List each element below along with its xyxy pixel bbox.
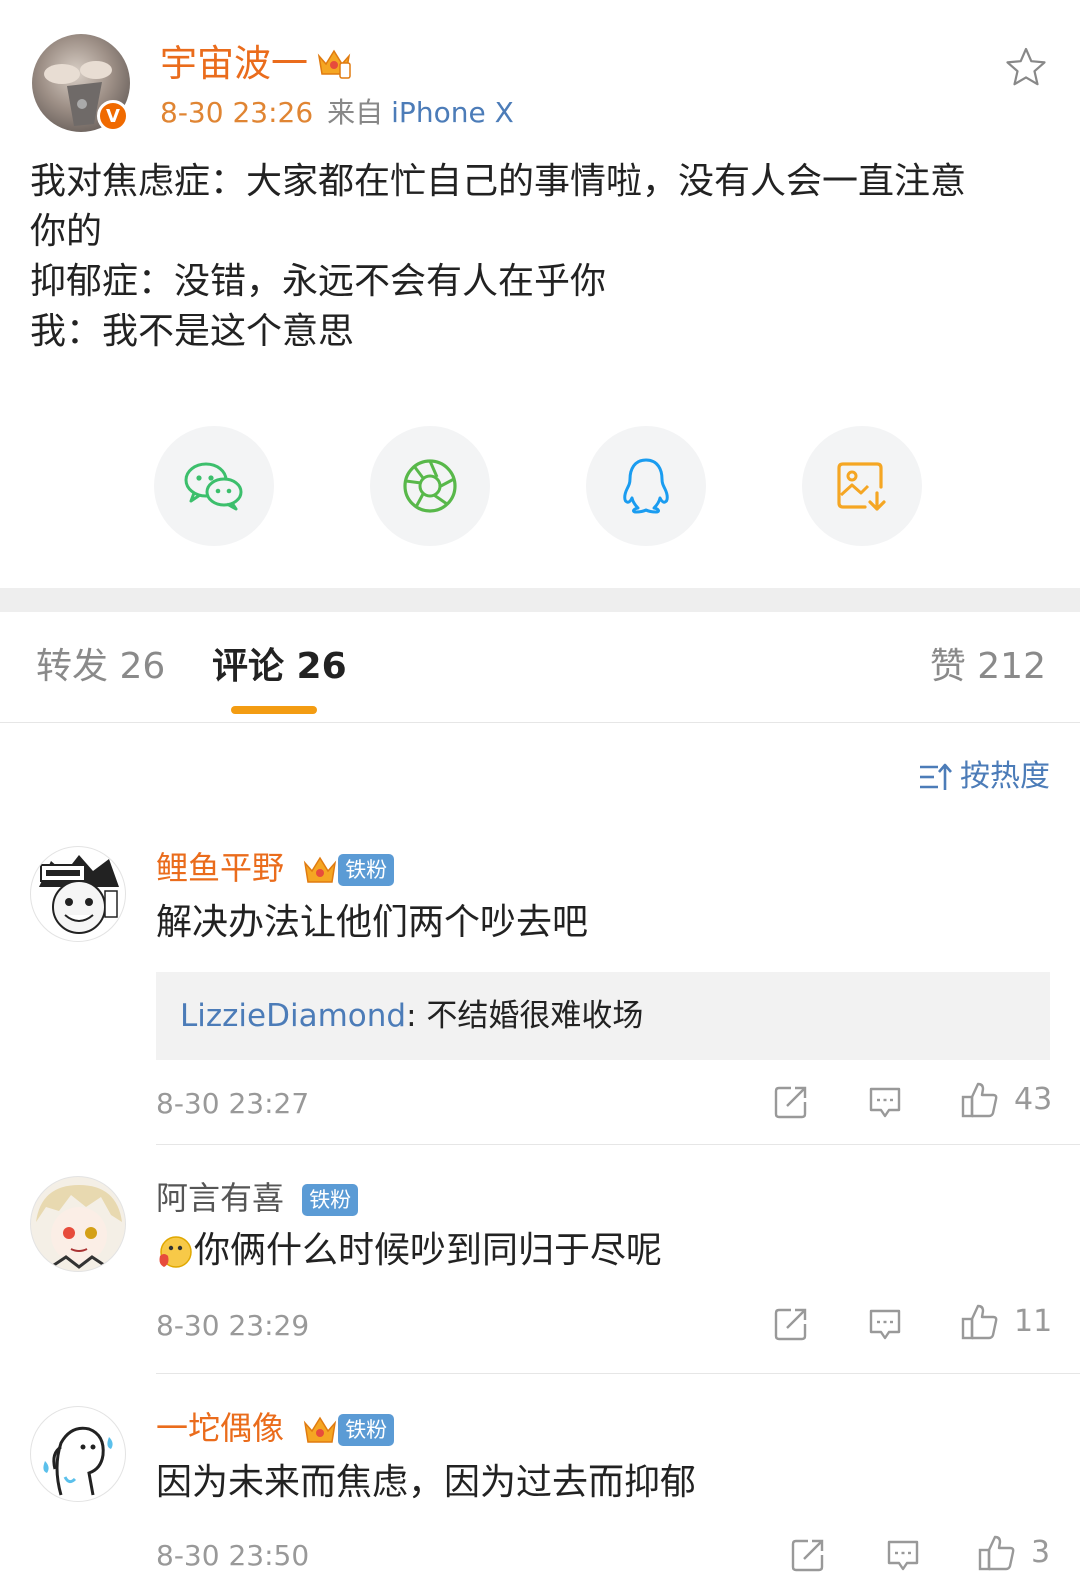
reply-comment-icon[interactable] xyxy=(885,1538,921,1572)
post-time: 8-30 23:26 xyxy=(160,96,314,129)
tab-likes[interactable]: 赞 212 xyxy=(930,645,1046,689)
repost-comment-icon[interactable] xyxy=(773,1306,809,1342)
commenter-name-row: 一坨偶像 铁粉 xyxy=(156,1408,395,1448)
author-name[interactable]: 宇宙波一 xyxy=(160,42,308,86)
tab-reposts[interactable]: 转发 26 xyxy=(36,645,165,689)
reply-comment-icon[interactable] xyxy=(867,1085,903,1119)
reply-user[interactable]: LizzieDiamond xyxy=(180,998,406,1034)
comment-time: 8-30 23:27 xyxy=(156,1087,310,1120)
reply-text: 不结婚很难收场 xyxy=(426,998,644,1034)
comment-text: 你俩什么时候吵到同归于尽呢 xyxy=(194,1230,663,1271)
qq-icon xyxy=(623,458,669,514)
sort-by-hot-button[interactable]: 按热度 xyxy=(918,758,1050,796)
comment-separator xyxy=(156,1144,1080,1145)
verified-badge: V xyxy=(97,100,129,132)
comment-separator xyxy=(156,1373,1080,1374)
active-tab-indicator xyxy=(231,706,317,714)
post-content: 我对焦虑症：大家都在忙自己的事情啦，没有人会一直注意 你的 抑郁症：没错，永远不… xyxy=(30,157,1050,357)
share-moments-button[interactable] xyxy=(370,426,490,546)
iron-fan-badge: 铁粉 xyxy=(338,854,395,886)
reply-comment-icon[interactable] xyxy=(867,1307,903,1341)
section-divider xyxy=(0,588,1080,612)
sort-icon xyxy=(920,763,952,790)
commenter-name[interactable]: 一坨偶像 xyxy=(156,1409,284,1447)
post-meta: 8-30 23:26 来自 iPhone X xyxy=(160,95,514,131)
save-image-icon xyxy=(837,462,886,511)
commenter-avatar[interactable] xyxy=(30,846,126,942)
tab-comments[interactable]: 评论 26 xyxy=(212,645,347,689)
reply-colon: : xyxy=(406,998,427,1034)
thumbs-up-icon xyxy=(978,1535,1015,1571)
anime-avatar-image xyxy=(36,1185,122,1269)
like-button[interactable]: 3 xyxy=(977,1534,1050,1572)
emoji-icon xyxy=(156,1234,192,1270)
commenter-name[interactable]: 鲤鱼平野 xyxy=(156,849,284,887)
like-count: 43 xyxy=(1014,1082,1053,1117)
sort-label: 按热度 xyxy=(960,759,1050,794)
comment-text: 解决办法让他们两个吵去吧 xyxy=(156,902,589,943)
post-line: 抑郁症：没错，永远不会有人在乎你 xyxy=(30,261,607,302)
post-line: 我：我不是这个意思 xyxy=(30,311,355,352)
like-count: 11 xyxy=(1014,1304,1053,1339)
commenter-name-row: 鲤鱼平野 铁粉 xyxy=(156,848,395,888)
iron-fan-badge: 铁粉 xyxy=(302,1184,359,1216)
wechat-icon xyxy=(184,462,243,511)
favorite-star-icon[interactable] xyxy=(1005,46,1047,88)
source-device[interactable]: iPhone X xyxy=(391,96,514,129)
commenter-name-row: 阿言有喜 铁粉 xyxy=(156,1178,359,1218)
verified-mark: V xyxy=(106,105,120,127)
fan-crown-icon xyxy=(302,853,338,887)
repost-comment-icon[interactable] xyxy=(790,1537,826,1573)
comment-time: 8-30 23:50 xyxy=(156,1539,310,1572)
thumbs-up-icon xyxy=(961,1082,998,1118)
commenter-name[interactable]: 阿言有喜 xyxy=(156,1179,284,1217)
vip-crown-icon xyxy=(316,46,352,80)
like-button[interactable]: 11 xyxy=(960,1303,1052,1341)
commenter-avatar[interactable] xyxy=(30,1406,126,1502)
like-count: 3 xyxy=(1031,1535,1051,1570)
tab-bar-divider xyxy=(0,722,1080,723)
repost-comment-icon[interactable] xyxy=(773,1084,809,1120)
manga-avatar-image xyxy=(39,855,119,934)
reply-preview[interactable]: LizzieDiamond: 不结婚很难收场 xyxy=(156,972,1050,1060)
moments-icon xyxy=(403,459,457,513)
share-qq-button[interactable] xyxy=(586,426,706,546)
comment-text: 因为未来而焦虑，因为过去而抑郁 xyxy=(156,1462,697,1503)
source-prefix: 来自 xyxy=(327,96,384,129)
share-wechat-button[interactable] xyxy=(154,426,274,546)
fan-crown-icon xyxy=(302,1413,338,1447)
iron-fan-badge: 铁粉 xyxy=(338,1414,395,1446)
post-line: 你的 xyxy=(30,211,103,252)
thumbs-up-icon xyxy=(961,1304,998,1340)
commenter-avatar[interactable] xyxy=(30,1176,126,1272)
like-button[interactable]: 43 xyxy=(960,1081,1052,1119)
post-line: 我对焦虑症：大家都在忙自己的事情啦，没有人会一直注意 xyxy=(30,161,967,202)
save-image-button[interactable] xyxy=(802,426,922,546)
comment-time: 8-30 23:29 xyxy=(156,1309,310,1342)
doodle-avatar-image xyxy=(43,1426,113,1496)
